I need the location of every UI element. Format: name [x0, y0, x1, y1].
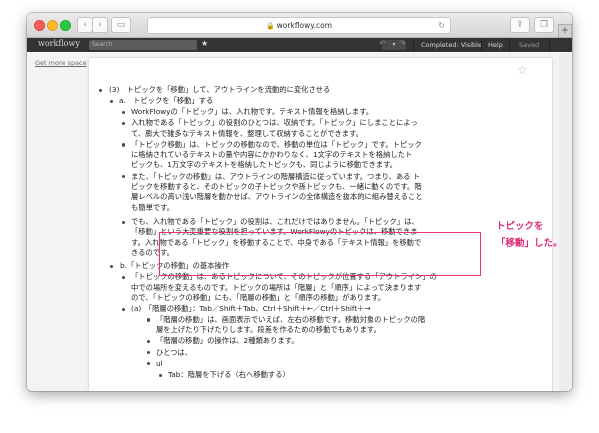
- outline-line[interactable]: ul: [156, 359, 163, 369]
- bullet-icon[interactable]: [159, 373, 163, 377]
- zoom-window-button[interactable]: [60, 20, 71, 31]
- outline-line[interactable]: ので、「トピックの移動」にも、「階層の移動」と「順序の移動」があります。: [131, 293, 385, 303]
- outline-line[interactable]: a. トピックを「移動」する: [119, 96, 213, 106]
- outline-line[interactable]: 層を上げたり下げたりします。段差を作るための移動でもあります。: [156, 325, 381, 335]
- outline-line[interactable]: また、「トピックの移動」は、アウトラインの階層構造に従っています。つまり、ある …: [131, 172, 420, 182]
- outline-line[interactable]: (3) トピックを「移動」して、アウトラインを流動的に変化させる: [109, 85, 330, 95]
- outline-line[interactable]: でも、入れ物である「トピック」の役割は、これだけではありません。「トピック」は、: [131, 217, 419, 227]
- bullet-icon[interactable]: [122, 307, 126, 311]
- back-button[interactable]: ‹: [77, 17, 93, 33]
- bullet-icon[interactable]: [99, 88, 103, 92]
- redo-icon[interactable]: ↷: [399, 39, 406, 48]
- outline-line[interactable]: 入れ物である「トピック」の役割のひとつは、収納です。「トピック」にしまことによっ: [131, 118, 418, 128]
- share-icon[interactable]: ⇪: [510, 17, 530, 33]
- outline-line[interactable]: 層レベルの高い浅い階層を動かせば、アウトラインの全体構造を抜本的に組み替えること: [131, 192, 423, 202]
- outline-line[interactable]: WorkFlowyの「トピック」は、入れ物です。テキスト情報を格納します。: [131, 107, 373, 117]
- star-icon[interactable]: ★: [201, 39, 208, 48]
- callout-line: トピックを: [496, 221, 544, 232]
- outline-line[interactable]: (a) 「階層の移動」：Tab／Shift＋Tab、Ctrl＋Shift＋←／C…: [131, 304, 371, 314]
- undo-icon[interactable]: ↶: [379, 39, 386, 48]
- safari-toolbar: ‹ › ▭ 🔒 workflowy.com ↻ ⇪ ❐: [27, 13, 572, 38]
- bullet-icon[interactable]: [122, 110, 126, 114]
- lock-icon: 🔒: [265, 22, 275, 30]
- close-window-button[interactable]: [34, 20, 45, 31]
- divider: [549, 38, 550, 52]
- forward-button[interactable]: ›: [92, 17, 108, 33]
- new-tab-button[interactable]: +: [558, 24, 572, 38]
- workflowy-header: workflowy Search ★ ▾ ↶ ↷ Completed: Visi…: [27, 38, 572, 52]
- highlight-box: [159, 232, 481, 276]
- get-more-space-link[interactable]: Get more space: [35, 59, 87, 67]
- outline-line[interactable]: に格納されているテキストの量や内容にかかわりなく、1文字のテキストを格納したト: [131, 150, 412, 160]
- outline-line[interactable]: 中での場所を変えるものです。トピックの場所は「階層」と「順序」によって決まります: [131, 283, 421, 293]
- divider: [413, 38, 414, 52]
- outline-line[interactable]: 「階層の移動」は、画面表示でいえば、左右の移動です。移動対象のトピックの階: [156, 315, 425, 325]
- saved-status: Saved: [519, 41, 540, 49]
- outline-line[interactable]: 「階層の移動」の操作は、2種類あります。: [156, 336, 299, 346]
- bullet-icon[interactable]: [122, 143, 126, 147]
- callout-line: 「移動」した。: [496, 238, 563, 249]
- bullet-icon[interactable]: [147, 318, 151, 322]
- reload-icon[interactable]: ↻: [438, 18, 445, 33]
- minimize-window-button[interactable]: [47, 20, 58, 31]
- search-input[interactable]: Search: [89, 40, 197, 50]
- browser-window: ‹ › ▭ 🔒 workflowy.com ↻ ⇪ ❐ workflowy Sea…: [27, 13, 572, 391]
- outline-line[interactable]: ひとつは、: [156, 348, 192, 358]
- address-bar[interactable]: 🔒 workflowy.com ↻: [147, 17, 451, 34]
- bullet-icon[interactable]: [122, 220, 126, 224]
- star-outline-icon[interactable]: ☆: [517, 63, 528, 77]
- url-text: workflowy.com: [276, 21, 333, 30]
- outline-line[interactable]: Tab：階層を下げる（右へ移動する）: [168, 370, 290, 380]
- outline-line[interactable]: ピックを移動すると、そのトピックの子トピックや孫トピックも、一緒に動くのです。階: [131, 182, 422, 192]
- completed-visible-button[interactable]: Completed: Visible: [421, 39, 482, 51]
- workflowy-logo[interactable]: workflowy: [38, 39, 80, 48]
- help-button[interactable]: Help: [488, 39, 503, 51]
- tabs-overview-icon[interactable]: ❐: [534, 17, 554, 33]
- divider: [481, 38, 482, 52]
- outline-line[interactable]: ピックも、1万文字のテキストを格納したトピックも、同じように移動できます。: [131, 160, 397, 170]
- outline-line[interactable]: 「トピック移動」は、トピックの移動なので、移動の単位は「トピック」です。トピック: [131, 140, 422, 150]
- outline-line[interactable]: て、膨大で雑多なテキスト情報を、整理して収納することができます。: [131, 129, 363, 139]
- annotation-callout: トピックを 「移動」した。: [496, 218, 563, 252]
- sidebar-toggle-icon[interactable]: ▭: [111, 17, 131, 33]
- divider: [509, 38, 510, 52]
- outline-line[interactable]: も簡単です。: [131, 203, 174, 213]
